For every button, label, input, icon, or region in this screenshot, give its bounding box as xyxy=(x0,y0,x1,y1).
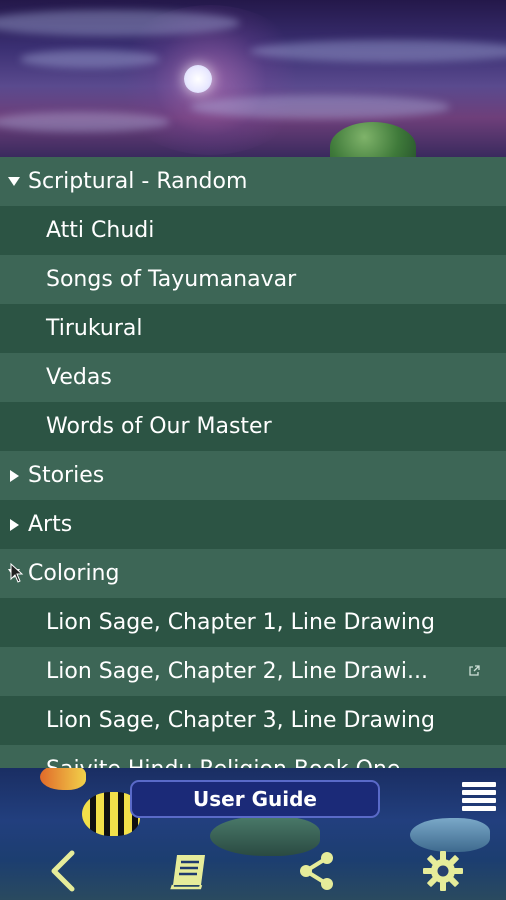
item-label: Tirukural xyxy=(46,316,143,341)
item-label: Songs of Tayumanavar xyxy=(46,267,297,292)
back-icon xyxy=(51,850,75,892)
user-guide-label: User Guide xyxy=(193,787,317,811)
item-label: Words of Our Master xyxy=(46,414,272,439)
list-item[interactable]: Saivite Hindu Religion Book One xyxy=(0,745,506,768)
expanded-triangle-icon xyxy=(8,177,20,186)
menu-icon[interactable] xyxy=(462,782,496,812)
bottom-bar: User Guide xyxy=(0,768,506,900)
cloud xyxy=(190,95,450,119)
collapsed-triangle-icon xyxy=(10,469,19,482)
list-item[interactable]: Atti Chudi xyxy=(0,206,506,255)
list-item[interactable]: Lion Sage, Chapter 2, Line Drawi... xyxy=(0,647,506,696)
item-label: Lion Sage, Chapter 3, Line Drawing xyxy=(46,708,435,733)
header-artwork xyxy=(0,0,506,157)
section-label: Scriptural - Random xyxy=(28,169,248,194)
back-button[interactable] xyxy=(39,847,87,895)
section-label: Stories xyxy=(28,463,105,488)
section-label: Coloring xyxy=(28,561,120,586)
item-label: Saivite Hindu Religion Book One xyxy=(46,757,400,768)
item-label: Atti Chudi xyxy=(46,218,155,243)
book-icon xyxy=(170,855,205,890)
fish-decoration xyxy=(40,768,86,790)
list-item[interactable]: Lion Sage, Chapter 1, Line Drawing xyxy=(0,598,506,647)
collapsed-triangle-icon xyxy=(10,518,19,531)
section-stories[interactable]: Stories xyxy=(0,451,506,500)
cloud xyxy=(20,50,160,68)
section-label: Arts xyxy=(28,512,73,537)
item-label: Lion Sage, Chapter 2, Line Drawi... xyxy=(46,659,429,684)
list-item[interactable]: Lion Sage, Chapter 3, Line Drawing xyxy=(0,696,506,745)
section-arts[interactable]: Arts xyxy=(0,500,506,549)
toolbar xyxy=(0,842,506,900)
island xyxy=(330,122,416,157)
item-label: Vedas xyxy=(46,365,112,390)
user-guide-button[interactable]: User Guide xyxy=(130,780,380,818)
section-coloring[interactable]: Coloring xyxy=(0,549,506,598)
section-scriptural-random[interactable]: Scriptural - Random xyxy=(0,157,506,206)
settings-button[interactable] xyxy=(419,847,467,895)
share-icon xyxy=(300,852,334,890)
moon xyxy=(184,65,212,93)
item-label: Lion Sage, Chapter 1, Line Drawing xyxy=(46,610,435,635)
list-item[interactable]: Vedas xyxy=(0,353,506,402)
library-button[interactable] xyxy=(166,847,214,895)
mouse-cursor-icon xyxy=(10,563,24,583)
list-item[interactable]: Tirukural xyxy=(0,304,506,353)
content-menu: Scriptural - Random Atti Chudi Songs of … xyxy=(0,157,506,768)
list-item[interactable]: Words of Our Master xyxy=(0,402,506,451)
external-link-icon xyxy=(469,665,480,676)
settings-icon xyxy=(422,851,463,891)
share-button[interactable] xyxy=(292,847,340,895)
list-item[interactable]: Songs of Tayumanavar xyxy=(0,255,506,304)
